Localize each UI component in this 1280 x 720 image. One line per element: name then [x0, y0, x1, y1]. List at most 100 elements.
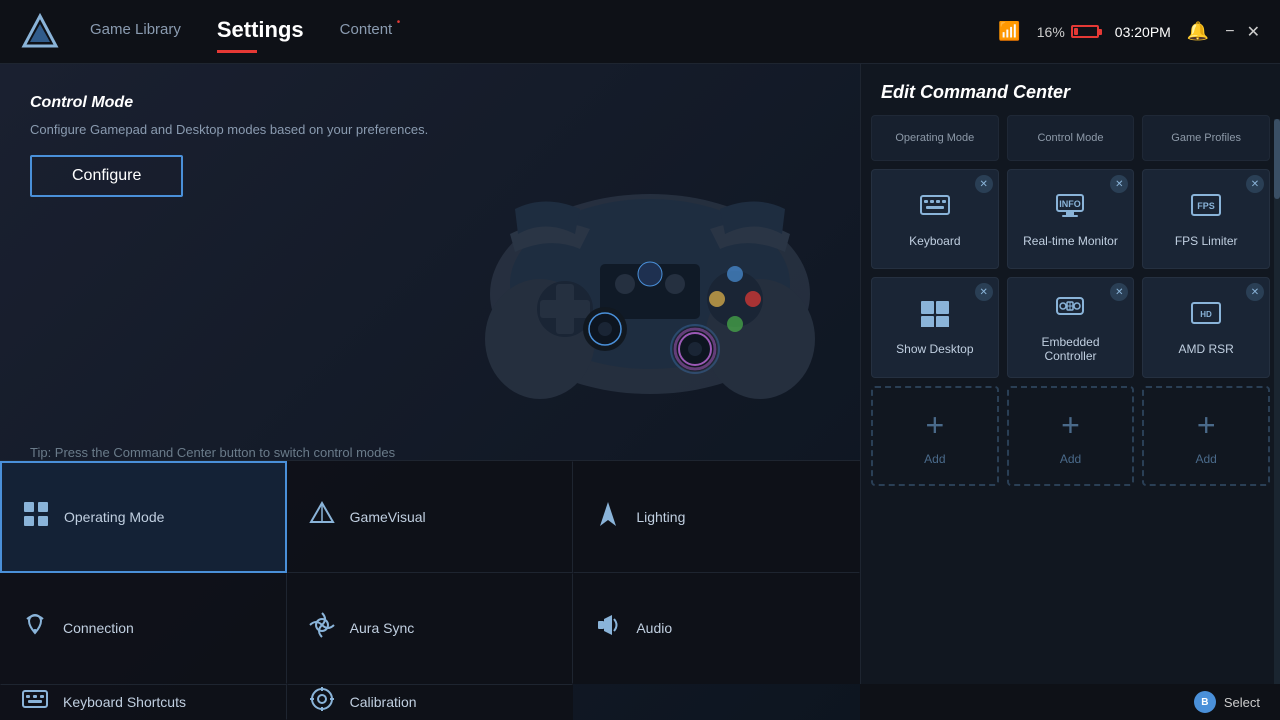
realtime-monitor-card-label: Real-time Monitor: [1023, 234, 1118, 248]
nav-content[interactable]: Content •: [340, 21, 393, 42]
cmd-card-operating-mode-partial[interactable]: Operating Mode: [871, 115, 999, 161]
cmd-card-realtime-monitor[interactable]: ✕ INFO Real-time Monitor: [1007, 169, 1135, 269]
gamevisual-label: GameVisual: [350, 509, 426, 525]
menu-item-calibration[interactable]: Calibration: [287, 684, 574, 720]
connection-icon: [21, 611, 49, 645]
bell-icon: 🔔: [1187, 21, 1209, 42]
aura-sync-icon: [308, 611, 336, 645]
configure-button[interactable]: Configure: [30, 155, 183, 197]
cmd-card-embedded-controller[interactable]: ✕ Embedded Controller: [1007, 277, 1135, 378]
battery-percent: 16%: [1037, 24, 1065, 40]
scroll-indicator[interactable]: [1274, 119, 1280, 690]
amd-rsr-card-icon: HD: [1190, 299, 1222, 334]
add-1-icon: +: [925, 407, 944, 444]
window-controls: − ✕: [1225, 22, 1260, 42]
menu-item-aura-sync[interactable]: Aura Sync: [287, 573, 574, 685]
amd-rsr-card-label: AMD RSR: [1178, 342, 1233, 356]
menu-item-connection[interactable]: Connection: [0, 573, 287, 685]
calibration-label: Calibration: [350, 694, 417, 710]
show-desktop-remove-button[interactable]: ✕: [975, 283, 993, 301]
controller-image: [460, 154, 840, 414]
cmd-card-show-desktop[interactable]: ✕ Show Desktop: [871, 277, 999, 378]
lighting-icon: [594, 500, 622, 534]
embedded-controller-card-label: Embedded Controller: [1018, 335, 1124, 363]
time-display: 03:20PM: [1115, 24, 1171, 40]
gamevisual-icon: [308, 500, 336, 534]
minimize-button[interactable]: −: [1225, 22, 1234, 42]
cmd-add-card-3[interactable]: + Add: [1142, 386, 1270, 486]
cmd-card-keyboard[interactable]: ✕ Keyboard: [871, 169, 999, 269]
svg-text:INFO: INFO: [1060, 199, 1082, 209]
battery-bar: [1071, 25, 1099, 38]
battery-area: 16%: [1037, 24, 1099, 40]
topbar-right: 📶 16% 03:20PM 🔔 − ✕: [998, 21, 1260, 42]
control-mode-section: Control Mode Configure Gamepad and Deskt…: [30, 94, 428, 197]
select-button-icon: B: [1194, 691, 1216, 713]
svg-text:HD: HD: [1200, 310, 1212, 319]
amd-rsr-remove-button[interactable]: ✕: [1246, 283, 1264, 301]
operating-mode-label: Operating Mode: [64, 509, 164, 525]
add-3-icon: +: [1197, 407, 1216, 444]
nav-settings[interactable]: Settings: [217, 17, 304, 47]
realtime-monitor-remove-button[interactable]: ✕: [1110, 175, 1128, 193]
cmd-add-card-1[interactable]: + Add: [871, 386, 999, 486]
cmd-card-fps-limiter[interactable]: ✕ FPS FPS Limiter: [1142, 169, 1270, 269]
connection-label: Connection: [63, 620, 134, 636]
cmd-card-amd-rsr[interactable]: ✕ HD AMD RSR: [1142, 277, 1270, 378]
operating-mode-partial-label: Operating Mode: [895, 132, 974, 144]
select-hint-label: Select: [1224, 695, 1260, 710]
show-desktop-card-icon: [919, 299, 951, 334]
add-2-icon: +: [1061, 407, 1080, 444]
tip-text: Tip: Press the Command Center button to …: [30, 445, 395, 460]
cmd-card-game-profiles-partial[interactable]: Game Profiles: [1142, 115, 1270, 161]
scroll-thumb: [1274, 119, 1280, 199]
main-content: Control Mode Configure Gamepad and Deskt…: [0, 64, 1280, 720]
keyboard-shortcuts-label: Keyboard Shortcuts: [63, 694, 186, 710]
control-mode-title: Control Mode: [30, 94, 428, 112]
partial-top-row: Operating Mode Control Mode Game Profile…: [871, 115, 1270, 161]
lighting-label: Lighting: [636, 509, 685, 525]
cmd-row-2: ✕ Show Desktop ✕: [871, 277, 1270, 378]
audio-label: Audio: [636, 620, 672, 636]
cmd-add-card-2[interactable]: + Add: [1007, 386, 1135, 486]
left-panel: Control Mode Configure Gamepad and Deskt…: [0, 64, 860, 720]
add-1-label: Add: [924, 452, 945, 466]
aura-sync-label: Aura Sync: [350, 620, 415, 636]
show-desktop-card-label: Show Desktop: [896, 342, 973, 356]
keyboard-card-icon: [919, 191, 951, 226]
select-hint: B Select: [1194, 691, 1260, 713]
app-logo: [20, 12, 60, 52]
keyboard-card-label: Keyboard: [909, 234, 960, 248]
realtime-monitor-card-icon: INFO: [1054, 191, 1086, 226]
cmd-row-1: ✕ Keyboard ✕: [871, 169, 1270, 269]
edit-command-center-title: Edit Command Center: [861, 64, 1280, 115]
game-profiles-partial-label: Game Profiles: [1171, 132, 1241, 144]
cmd-row-add: + Add + Add + Add: [871, 386, 1270, 486]
fps-limiter-card-label: FPS Limiter: [1175, 234, 1238, 248]
menu-item-operating-mode[interactable]: Operating Mode: [0, 461, 287, 573]
embedded-controller-card-icon: [1054, 292, 1086, 327]
close-button[interactable]: ✕: [1247, 22, 1260, 42]
bottom-bar: B Select: [860, 684, 1280, 720]
control-mode-description: Configure Gamepad and Desktop modes base…: [30, 122, 428, 137]
operating-mode-icon: [22, 500, 50, 534]
wifi-icon: 📶: [998, 21, 1020, 42]
menu-item-gamevisual[interactable]: GameVisual: [287, 461, 574, 573]
calibration-icon: [308, 685, 336, 719]
nav-game-library[interactable]: Game Library: [90, 21, 181, 42]
menu-item-keyboard-shortcuts[interactable]: Keyboard Shortcuts: [0, 684, 287, 720]
menu-item-audio[interactable]: Audio: [573, 573, 860, 685]
svg-text:FPS: FPS: [1197, 201, 1215, 211]
content-dot: •: [397, 17, 401, 28]
topbar: Game Library Settings Content • 📶 16% 03…: [0, 0, 1280, 64]
audio-icon: [594, 611, 622, 645]
cmd-card-control-mode-partial[interactable]: Control Mode: [1007, 115, 1135, 161]
battery-fill: [1074, 28, 1078, 35]
embedded-controller-remove-button[interactable]: ✕: [1110, 283, 1128, 301]
menu-item-lighting[interactable]: Lighting: [573, 461, 860, 573]
fps-limiter-remove-button[interactable]: ✕: [1246, 175, 1264, 193]
right-panel: Edit Command Center Operating Mode Contr…: [860, 64, 1280, 720]
keyboard-remove-button[interactable]: ✕: [975, 175, 993, 193]
keyboard-shortcuts-icon: [21, 687, 49, 717]
command-center-scroll[interactable]: Operating Mode Control Mode Game Profile…: [861, 115, 1280, 720]
